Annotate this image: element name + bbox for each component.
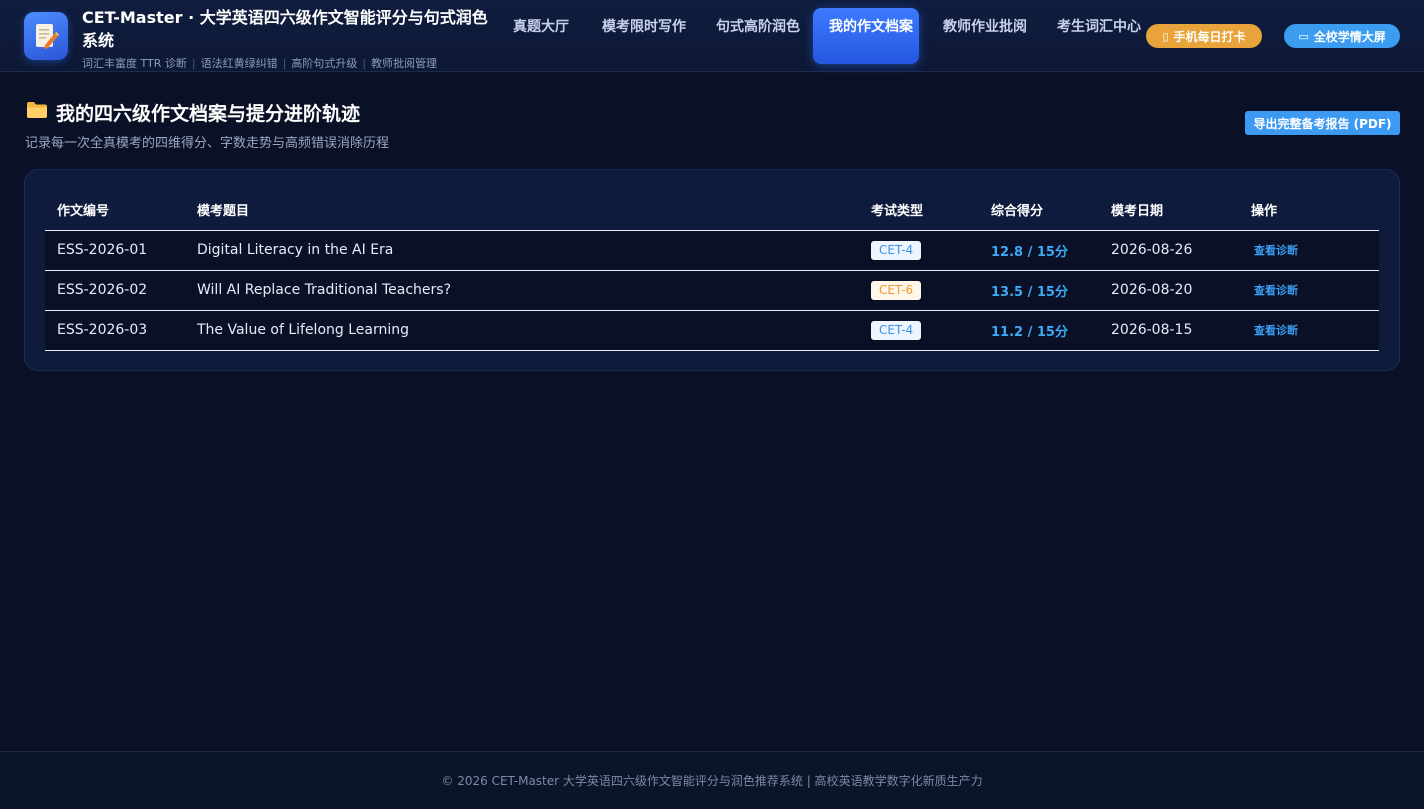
view-diagnosis-link[interactable]: 查看诊断 xyxy=(1251,244,1298,257)
essay-score: 11.2 / 15分 xyxy=(991,324,1068,340)
exam-type-badge: CET-4 xyxy=(871,320,922,340)
view-diagnosis-link[interactable]: 查看诊断 xyxy=(1251,284,1298,297)
table-header-row: 作文编号 模考题目 考试类型 综合得分 模考日期 操作 xyxy=(45,190,1379,231)
exam-type-badge: CET-4 xyxy=(871,240,922,260)
daily-checkin-label: 手机每日打卡 xyxy=(1173,29,1246,44)
daily-checkin-button[interactable]: ▯ 手机每日打卡 xyxy=(1146,24,1262,48)
monitor-icon: ▭ xyxy=(1298,29,1309,43)
page-title-text: 我的四六级作文档案与提分进阶轨迹 xyxy=(56,103,361,125)
table-row: ESS-2026-01 Digital Literacy in the AI E… xyxy=(45,230,1379,271)
nav-teacher-grading[interactable]: 教师作业批阅 xyxy=(927,8,1027,64)
essay-topic: Digital Literacy in the AI Era xyxy=(185,230,859,271)
essay-table: 作文编号 模考题目 考试类型 综合得分 模考日期 操作 ESS-2026-01 … xyxy=(45,190,1379,351)
nav-sentence-polish[interactable]: 句式高阶润色 xyxy=(700,8,800,64)
essay-topic: Will AI Replace Traditional Teachers? xyxy=(185,270,859,311)
exam-type-badge: CET-6 xyxy=(871,280,922,300)
page-footer: © 2026 CET-Master 大学英语四六级作文智能评分与润色推荐系统 |… xyxy=(0,751,1424,809)
top-header: CET-Master · 大学英语四六级作文智能评分与句式润色系统 词汇丰富度 … xyxy=(0,0,1424,72)
feature-sentence: 高阶句式升级 xyxy=(291,57,358,70)
export-report-button[interactable]: 导出完整备考报告 (PDF) xyxy=(1245,111,1400,135)
essay-score: 12.8 / 15分 xyxy=(991,244,1068,260)
table-row: ESS-2026-02 Will AI Replace Traditional … xyxy=(45,270,1379,311)
nav-timed-writing[interactable]: 模考限时写作 xyxy=(586,8,686,64)
col-header-action: 操作 xyxy=(1239,190,1379,231)
col-header-date: 模考日期 xyxy=(1099,190,1239,231)
nav-vocab-center[interactable]: 考生词汇中心 xyxy=(1041,8,1141,64)
big-screen-button[interactable]: ▭ 全校学情大屏 xyxy=(1284,24,1400,48)
col-header-topic: 模考题目 xyxy=(185,190,859,231)
essay-score: 13.5 / 15分 xyxy=(991,284,1068,300)
feature-tagline: 词汇丰富度 TTR 诊断 | 语法红黄绿纠错 | 高阶句式升级 | 教师批阅管理 xyxy=(82,57,438,70)
page-title: 我的四六级作文档案与提分进阶轨迹 xyxy=(26,99,360,126)
essay-id: ESS-2026-01 xyxy=(45,230,185,271)
feature-teacher: 教师批阅管理 xyxy=(371,57,438,70)
col-header-score: 综合得分 xyxy=(979,190,1099,231)
feature-ttr: 词汇丰富度 TTR 诊断 xyxy=(82,57,187,70)
feature-grammar: 语法红黄绿纠错 xyxy=(200,57,278,70)
col-header-id: 作文编号 xyxy=(45,190,185,231)
col-header-type: 考试类型 xyxy=(859,190,979,231)
phone-icon: ▯ xyxy=(1162,29,1169,43)
big-screen-label: 全校学情大屏 xyxy=(1313,29,1386,44)
essay-archive-card: 作文编号 模考题目 考试类型 综合得分 模考日期 操作 ESS-2026-01 … xyxy=(24,169,1400,371)
essay-date: 2026-08-20 xyxy=(1099,270,1239,311)
essay-date: 2026-08-15 xyxy=(1099,310,1239,351)
app-title: CET-Master · 大学英语四六级作文智能评分与句式润色系统 xyxy=(82,8,488,50)
essay-topic: The Value of Lifelong Learning xyxy=(185,310,859,351)
essay-id: ESS-2026-02 xyxy=(45,270,185,311)
nav-real-exams[interactable]: 真题大厅 xyxy=(497,8,571,64)
view-diagnosis-link[interactable]: 查看诊断 xyxy=(1251,324,1298,337)
essay-id: ESS-2026-03 xyxy=(45,310,185,351)
footer-text: © 2026 CET-Master 大学英语四六级作文智能评分与润色推荐系统 |… xyxy=(441,774,983,788)
table-row: ESS-2026-03 The Value of Lifelong Learni… xyxy=(45,310,1379,351)
nav-my-essays[interactable]: 我的作文档案 xyxy=(813,8,919,64)
page-subtitle: 记录每一次全真模考的四维得分、字数走势与高频错误消除历程 xyxy=(25,136,390,151)
app-logo-document-pen-icon[interactable] xyxy=(24,12,68,60)
folder-icon xyxy=(26,101,48,124)
essay-date: 2026-08-26 xyxy=(1099,230,1239,271)
